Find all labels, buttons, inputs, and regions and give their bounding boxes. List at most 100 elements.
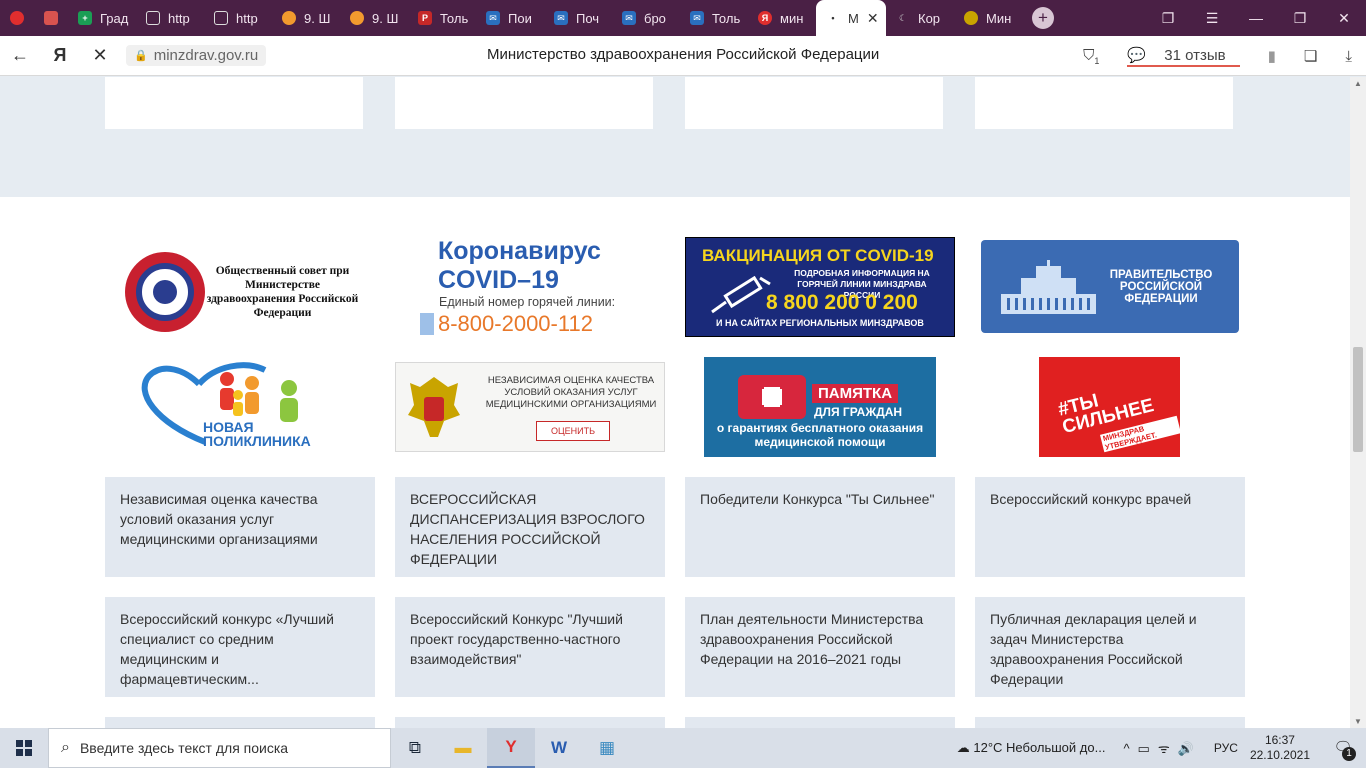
collections-icon[interactable]: ❏ (1304, 47, 1317, 65)
card-placeholder[interactable] (685, 77, 943, 129)
link-card[interactable]: Всероссийский конкурс «Лучший специалист… (105, 597, 375, 697)
link-card-partial[interactable] (105, 717, 375, 728)
assessment-text: НЕЗАВИСИМАЯ ОЦЕНКА КАЧЕСТВА УСЛОВИЙ ОКАЗ… (485, 375, 657, 410)
tab[interactable]: P Толь (408, 0, 476, 36)
tab[interactable]: 9. Ш (272, 0, 340, 36)
yandex-browser-icon[interactable]: Y (487, 728, 535, 768)
tab-label: Мин (986, 10, 1012, 26)
minimize-icon[interactable]: — (1234, 10, 1278, 26)
tab[interactable]: 9. Ш (340, 0, 408, 36)
new-tab-button[interactable]: + (1032, 7, 1054, 29)
bookmark-icon[interactable]: ▮ (1268, 47, 1276, 65)
pdf-icon: P (418, 11, 432, 25)
link-card[interactable]: Публичная декларация целей и задач Минис… (975, 597, 1245, 697)
tab[interactable]: ✉ Пои (476, 0, 544, 36)
yandex-circle-icon (10, 11, 24, 25)
banner-vaccination[interactable]: ВАКЦИНАЦИЯ ОТ COVID-19 ПОДРОБНАЯ ИНФОРМА… (685, 237, 955, 337)
tab[interactable] (34, 0, 68, 36)
language-indicator[interactable]: РУС (1214, 741, 1238, 755)
emblem-icon (964, 11, 978, 25)
task-view-icon[interactable]: ⧉ (391, 728, 439, 768)
scroll-down-icon[interactable]: ▼ (1350, 717, 1366, 726)
memo-description: о гарантиях бесплатного оказания медицин… (716, 421, 924, 449)
link-card-partial[interactable] (975, 717, 1245, 728)
link-card-partial[interactable] (685, 717, 955, 728)
link-card[interactable]: Победители Конкурса "Ты Сильнее" (685, 477, 955, 577)
card-placeholder[interactable] (395, 77, 653, 129)
tab[interactable]: + Град (68, 0, 136, 36)
tab[interactable]: ☾ Кор (886, 0, 954, 36)
tab-label: мин (780, 10, 804, 26)
scroll-thumb[interactable] (1353, 347, 1363, 452)
tab[interactable]: Ямин (748, 0, 816, 36)
banner-covid[interactable]: Коронавирус COVID–19 Единый номер горяче… (420, 237, 638, 337)
link-card[interactable]: Всероссийский конкурс врачей (975, 477, 1245, 577)
taskbar-search[interactable]: ⌕ Введите здесь текст для поиска (48, 728, 391, 768)
tab-label: http (168, 10, 190, 26)
window-controls: ❐ ☰ — ❐ ✕ (1146, 0, 1366, 36)
search-placeholder: Введите здесь текст для поиска (79, 740, 289, 756)
link-card[interactable]: Независимая оценка качества условий оказ… (105, 477, 375, 577)
protect-shield-icon[interactable]: ⛉1 (1083, 47, 1099, 66)
scroll-up-icon[interactable]: ▲ (1350, 79, 1366, 88)
start-button[interactable] (0, 728, 48, 768)
file-explorer-icon[interactable]: ▬ (439, 728, 487, 768)
memo-subtitle: ДЛЯ ГРАЖДАН (814, 405, 903, 419)
tab[interactable]: http (204, 0, 272, 36)
polyclinic-line: НОВАЯ (203, 419, 254, 435)
calculator-icon[interactable]: ▦ (583, 728, 631, 768)
url-field[interactable]: 🔒 minzdrav.gov.ru (126, 45, 267, 66)
card-placeholder[interactable] (105, 77, 363, 129)
vacc-bottom-text: И НА САЙТАХ РЕГИОНАЛЬНЫХ МИНЗДРАВОВ (716, 318, 924, 328)
tab[interactable]: ✉ бро (612, 0, 680, 36)
back-icon[interactable]: ← (0, 45, 40, 66)
vacc-title: ВАКЦИНАЦИЯ ОТ COVID-19 (702, 246, 934, 265)
reviews-button[interactable]: 💬 31 отзыв (1127, 46, 1240, 67)
menu-icon[interactable]: ☰ (1190, 10, 1234, 27)
covid-title-line: COVID–19 (438, 266, 559, 294)
tab-label: Град (100, 10, 129, 26)
tab[interactable] (0, 0, 34, 36)
tab-active[interactable]: • М ✕ (816, 0, 886, 36)
weather-widget[interactable]: ☁ 12°C Небольшой до... (957, 740, 1106, 756)
tab[interactable]: http (136, 0, 204, 36)
stop-icon[interactable]: ✕ (80, 45, 120, 66)
tab-label: Поч (576, 10, 600, 26)
tab-label: 9. Ш (304, 10, 331, 26)
moon-icon: ☾ (898, 12, 908, 23)
tab[interactable]: Мин (954, 0, 1022, 36)
restore-icon[interactable]: ❐ (1278, 10, 1322, 27)
page-title: Министерство здравоохранения Российской … (487, 46, 880, 63)
clock[interactable]: 16:37 22.10.2021 (1250, 733, 1310, 763)
link-card[interactable]: План деятельности Министерства здравоохр… (685, 597, 955, 697)
banner-new-polyclinic[interactable]: НОВАЯ ПОЛИКЛИНИКА (135, 362, 330, 450)
tab-label: Пои (508, 10, 532, 26)
banner-government[interactable]: ПРАВИТЕЛЬСТВО РОССИЙСКОЙ ФЕДЕРАЦИИ (981, 240, 1239, 333)
tab-label: Толь (440, 10, 469, 26)
lock-icon: 🔒 (134, 50, 148, 62)
card-placeholder[interactable] (975, 77, 1233, 129)
window-close-icon[interactable]: ✕ (1322, 10, 1366, 27)
link-card-partial[interactable] (395, 717, 665, 728)
vertical-scrollbar[interactable]: ▲ ▼ (1350, 77, 1366, 728)
banner-memo[interactable]: ПАМЯТКА ДЛЯ ГРАЖДАН о гарантиях бесплатн… (704, 357, 936, 457)
covid-title-line: Коронавирус (438, 237, 601, 265)
link-card[interactable]: ВСЕРОССИЙСКАЯ ДИСПАНСЕРИЗАЦИЯ ВЗРОСЛОГО … (395, 477, 665, 577)
weather-text: 12°C Небольшой до... (973, 740, 1106, 755)
rate-button[interactable]: ОЦЕНИТЬ (536, 421, 610, 441)
notification-center-icon[interactable]: 🗨 1 (1330, 735, 1356, 761)
banner-you-are-stronger[interactable]: #ТЫ СИЛЬНЕЕ МИНЗДРАВ УТВЕРЖДАЕТ. (1039, 357, 1180, 457)
banner-independent-assessment[interactable]: НЕЗАВИСИМАЯ ОЦЕНКА КАЧЕСТВА УСЛОВИЙ ОКАЗ… (395, 362, 665, 452)
covid-title: Коронавирус COVID–19 (438, 237, 601, 295)
loading-icon: • (831, 13, 835, 23)
banner-public-council[interactable]: Общественный совет при Министерстве здра… (125, 252, 360, 332)
link-card[interactable]: Всероссийский Конкурс "Лучший проект гос… (395, 597, 665, 697)
tray-icons[interactable]: ^▭ᯤ🔊 (1123, 739, 1201, 757)
download-icon[interactable]: ⤓ (1345, 48, 1352, 65)
tab[interactable]: ✉ Поч (544, 0, 612, 36)
tab[interactable]: ✉ Толь (680, 0, 748, 36)
bookmarks-panel-icon[interactable]: ❐ (1146, 10, 1190, 27)
word-icon[interactable]: W (535, 728, 583, 768)
close-icon[interactable]: ✕ (867, 10, 879, 27)
yandex-logo-icon[interactable]: Я (40, 45, 80, 66)
